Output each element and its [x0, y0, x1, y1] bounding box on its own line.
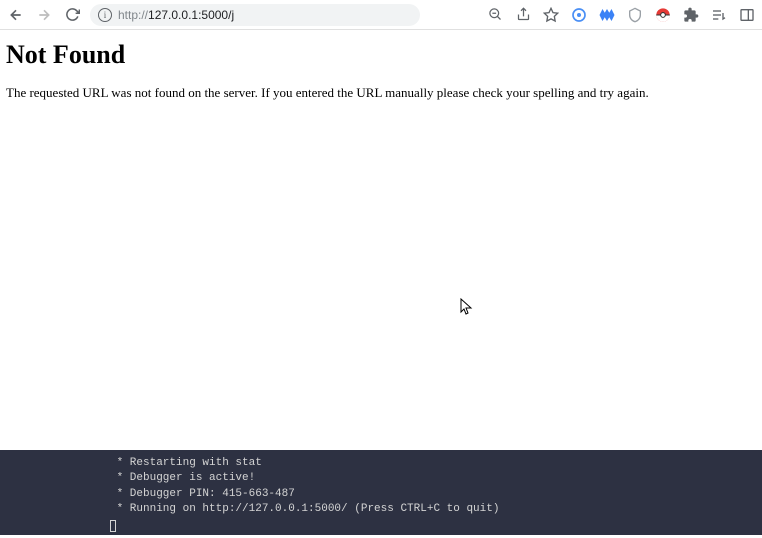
reading-list-icon[interactable]: [710, 6, 728, 24]
back-button[interactable]: [6, 5, 26, 25]
terminal-line: * Debugger is active!: [110, 471, 762, 486]
terminal-line: * Running on http://127.0.0.1:5000/ (Pre…: [110, 502, 762, 517]
extension-icon-2[interactable]: [598, 6, 616, 24]
zoom-icon[interactable]: [486, 6, 504, 24]
toolbar-icons: [486, 6, 756, 24]
reload-button[interactable]: [62, 5, 82, 25]
extension-icon-3[interactable]: [626, 6, 644, 24]
forward-button[interactable]: [34, 5, 54, 25]
terminal-line: * Restarting with stat: [110, 456, 762, 471]
terminal-panel[interactable]: * Restarting with stat * Debugger is act…: [0, 450, 762, 535]
mouse-cursor-icon: [460, 298, 474, 321]
browser-toolbar: i http://127.0.0.1:5000/j: [0, 0, 762, 30]
site-info-icon[interactable]: i: [98, 8, 112, 22]
url-text: http://127.0.0.1:5000/j: [118, 8, 412, 22]
page-content: Not Found The requested URL was not foun…: [0, 30, 762, 112]
error-heading: Not Found: [6, 40, 756, 70]
side-panel-icon[interactable]: [738, 6, 756, 24]
bookmark-star-icon[interactable]: [542, 6, 560, 24]
share-icon[interactable]: [514, 6, 532, 24]
terminal-cursor-icon: [110, 520, 116, 532]
extension-icon-4[interactable]: [654, 6, 672, 24]
error-message: The requested URL was not found on the s…: [6, 84, 756, 102]
extension-icon-1[interactable]: [570, 6, 588, 24]
extensions-puzzle-icon[interactable]: [682, 6, 700, 24]
terminal-line: * Debugger PIN: 415-663-487: [110, 487, 762, 502]
address-bar[interactable]: i http://127.0.0.1:5000/j: [90, 4, 420, 26]
